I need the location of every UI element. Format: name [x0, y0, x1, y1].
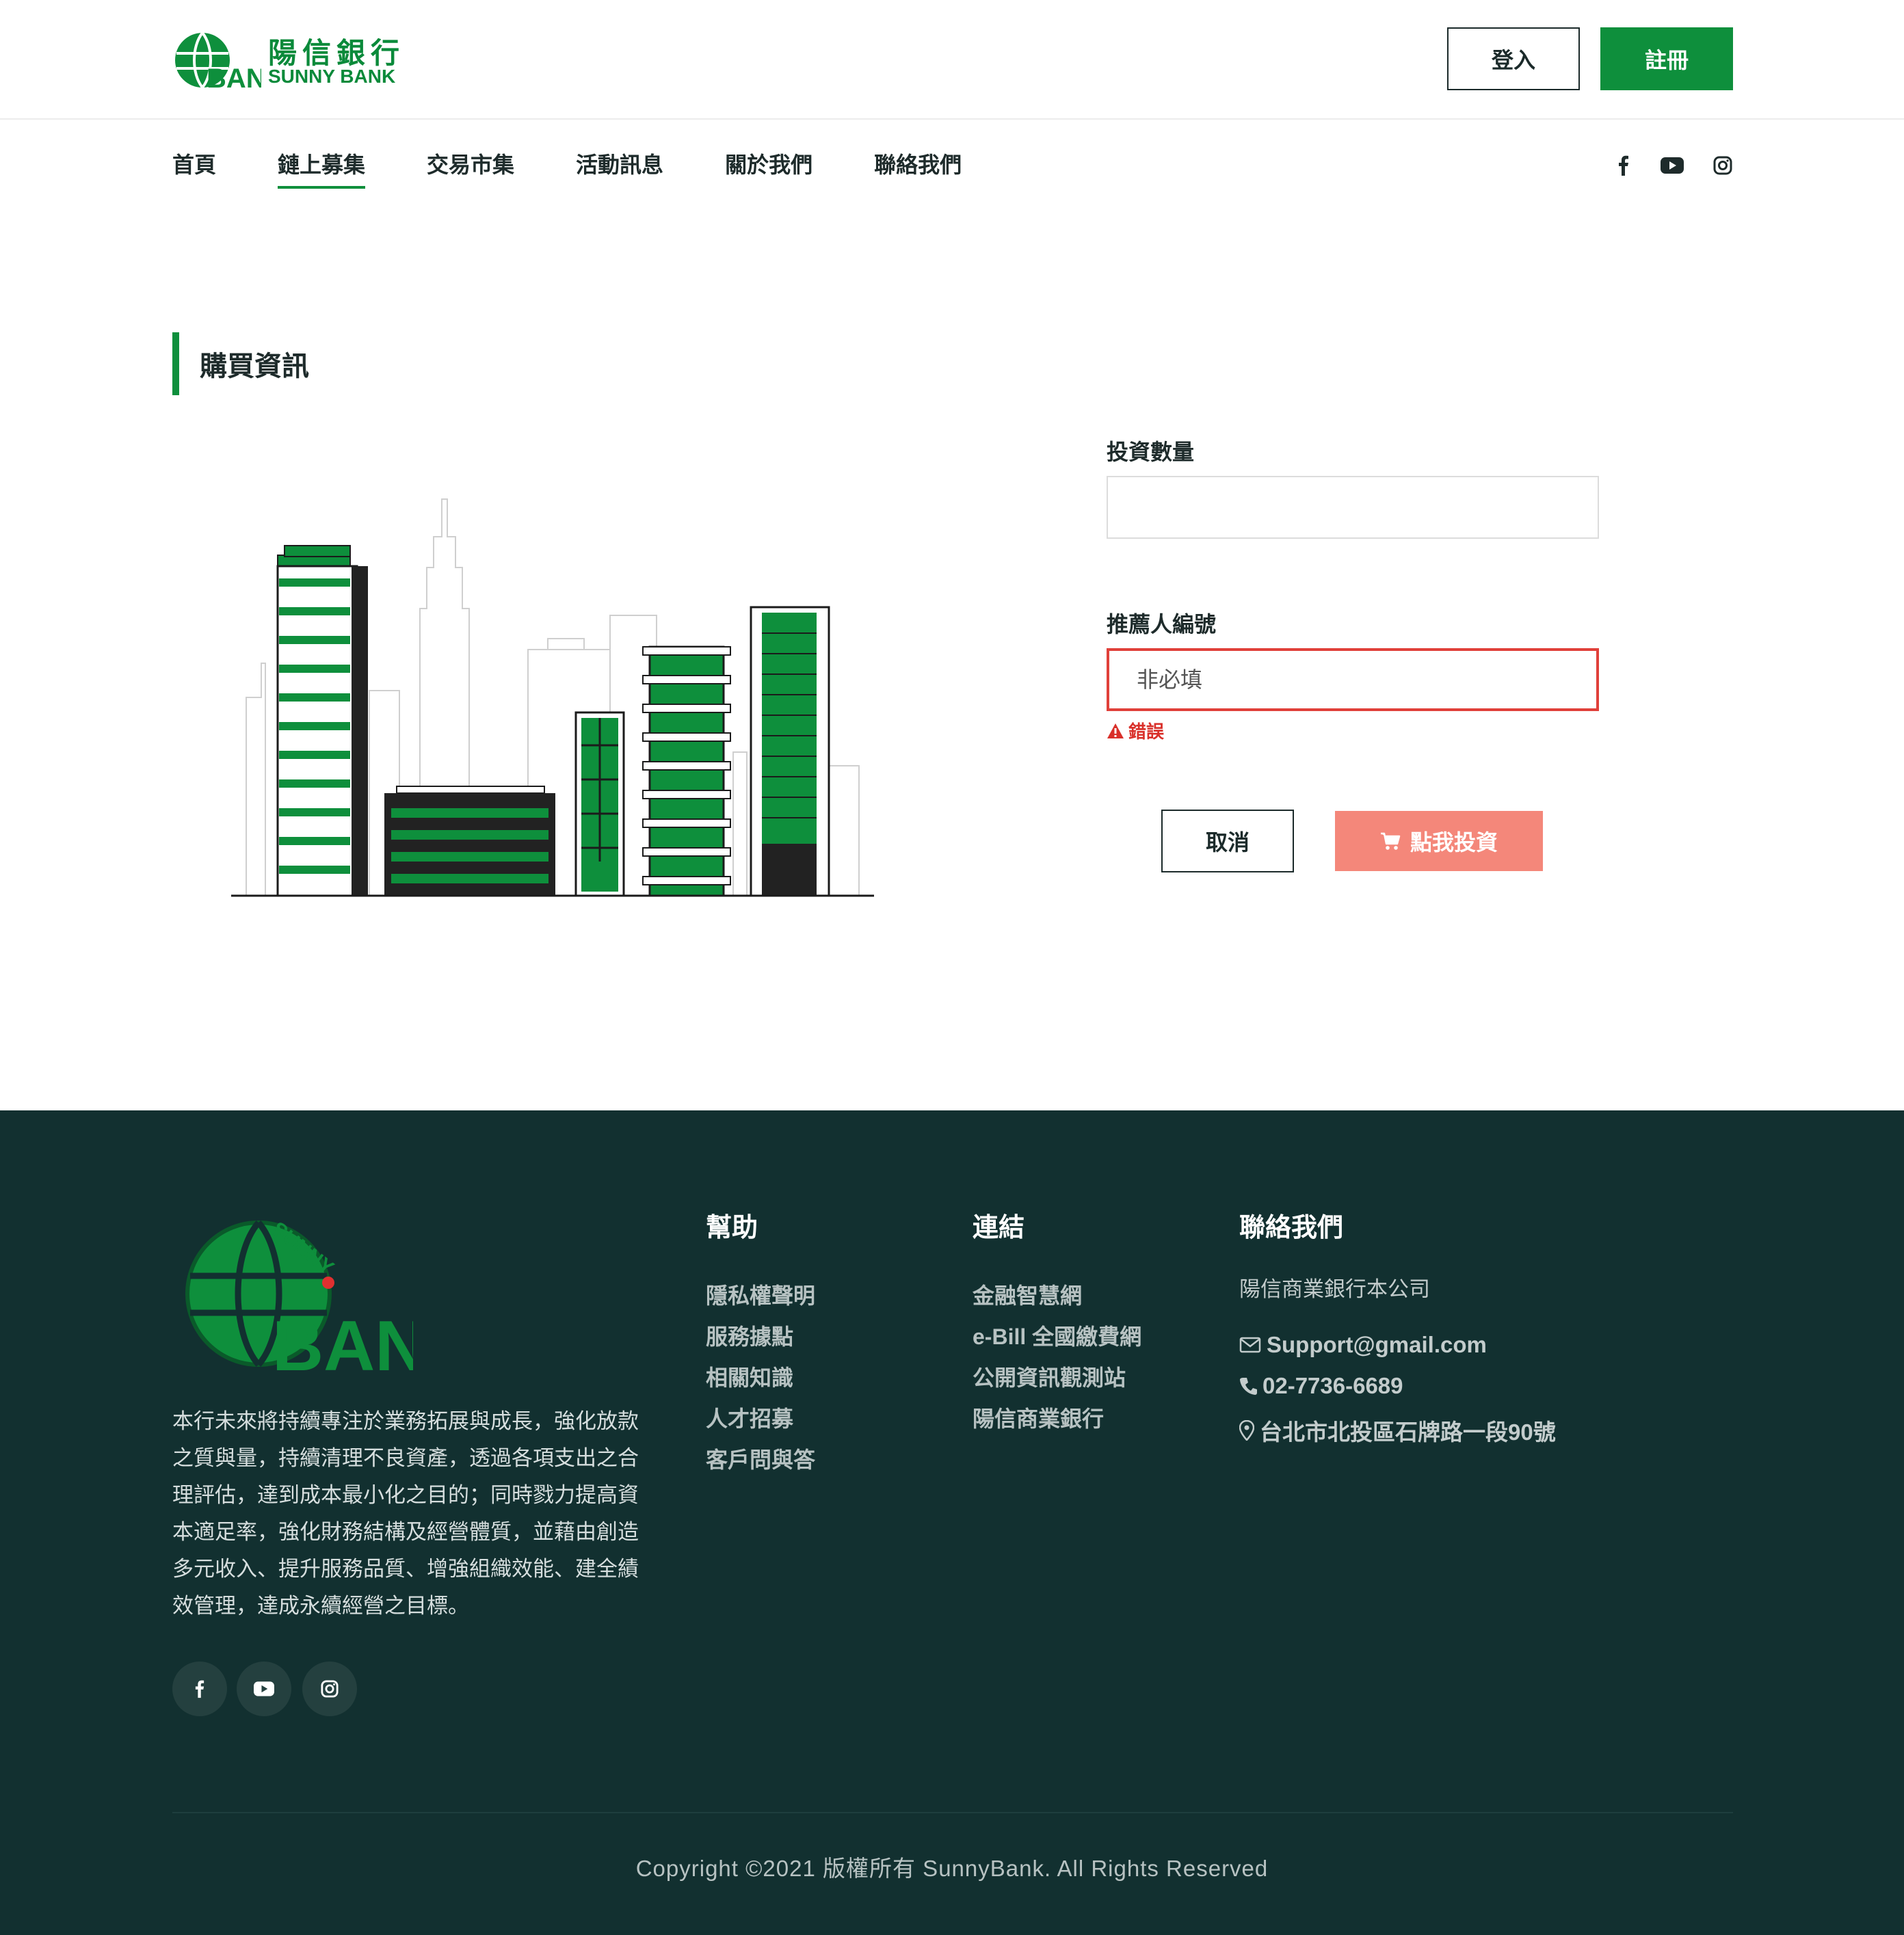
nav-item-about[interactable]: 關於我們: [725, 148, 812, 189]
register-button[interactable]: 註冊: [1600, 27, 1733, 90]
instagram-icon[interactable]: [1710, 152, 1736, 179]
envelope-icon: [1239, 1337, 1261, 1353]
footer-contact-title: 聯絡我們: [1239, 1214, 1344, 1242]
quantity-input[interactable]: [1107, 476, 1599, 539]
city-skyline-illustration: [230, 492, 875, 903]
site-header: BANK 陽信銀行 SUNNY BANK 登入 註冊: [0, 0, 1904, 120]
footer-logo: BANK SUNNY: [183, 1213, 477, 1386]
footer-help-title: 幫助: [706, 1214, 758, 1242]
warning-icon: [1107, 723, 1124, 738]
logo-bank-text: BANK: [207, 64, 261, 92]
footer-divider: [172, 1812, 1733, 1813]
footer-link-ebill[interactable]: e-Bill 全國繳費網: [973, 1320, 1141, 1351]
footer-phone-text: 02-7736-6689: [1262, 1373, 1403, 1398]
cancel-button[interactable]: 取消: [1161, 810, 1294, 872]
map-marker-icon: [1239, 1420, 1254, 1441]
footer-copyright: Copyright ©2021 版權所有 SunnyBank. All Righ…: [635, 1856, 1269, 1881]
section-title: 購買資訊: [172, 332, 309, 395]
shopping-cart-icon: [1380, 832, 1401, 850]
footer-logo-bank-text: BANK: [272, 1307, 413, 1374]
referrer-input[interactable]: [1107, 648, 1599, 711]
main-nav: 首頁 鏈上募集 交易市集 活動訊息 關於我們 聯絡我們: [172, 148, 1023, 189]
facebook-icon[interactable]: [1611, 152, 1636, 179]
footer-email-text: Support@gmail.com: [1267, 1332, 1487, 1357]
footer-address[interactable]: 台北市北投區石牌路一段90號: [1239, 1414, 1556, 1447]
footer-link-finance-wisdom[interactable]: 金融智慧網: [973, 1279, 1082, 1310]
nav-item-market[interactable]: 交易市集: [427, 148, 514, 189]
brand-name-en: SUNNY BANK: [268, 66, 396, 87]
login-button[interactable]: 登入: [1447, 27, 1580, 90]
footer-youtube-icon[interactable]: [237, 1662, 291, 1716]
referrer-label: 推薦人編號: [1107, 612, 1217, 637]
footer-link-faq[interactable]: 客戶問與答: [706, 1443, 815, 1474]
error-text: 錯誤: [1128, 721, 1165, 742]
invest-button[interactable]: 點我投資: [1335, 811, 1543, 871]
footer-instagram-icon[interactable]: [302, 1662, 357, 1716]
footer-phone[interactable]: 02-7736-6689: [1239, 1373, 1403, 1399]
brand-logo[interactable]: BANK 陽信銀行 SUNNY BANK: [172, 27, 405, 92]
footer-link-mops[interactable]: 公開資訊觀測站: [973, 1361, 1126, 1392]
site-footer: BANK SUNNY 本行未來將持續專注於業務拓展與成長，強化放款之質與量，持續…: [0, 1110, 1904, 1935]
footer-links-title: 連結: [973, 1214, 1025, 1242]
footer-address-text: 台北市北投區石牌路一段90號: [1260, 1419, 1556, 1445]
footer-email[interactable]: Support@gmail.com: [1239, 1332, 1487, 1358]
footer-facebook-icon[interactable]: [172, 1662, 227, 1716]
footer-link-careers[interactable]: 人才招募: [706, 1402, 793, 1433]
footer-company-name: 陽信商業銀行本公司: [1239, 1277, 1430, 1301]
youtube-icon[interactable]: [1658, 152, 1687, 179]
footer-about-text: 本行未來將持續專注於業務拓展與成長，強化放款之質與量，持續清理不良資產，透過各項…: [172, 1409, 639, 1618]
nav-item-events[interactable]: 活動訊息: [576, 148, 663, 189]
nav-item-fundraising[interactable]: 鏈上募集: [278, 148, 366, 189]
phone-icon: [1240, 1378, 1257, 1395]
globe-logo-icon: BANK: [175, 31, 261, 92]
quantity-label: 投資數量: [1107, 440, 1195, 464]
nav-item-contact[interactable]: 聯絡我們: [874, 148, 962, 189]
footer-link-knowledge[interactable]: 相關知識: [706, 1361, 793, 1392]
nav-item-home[interactable]: 首頁: [172, 148, 216, 189]
referrer-error: 錯誤: [1107, 718, 1164, 743]
footer-link-privacy[interactable]: 隱私權聲明: [706, 1279, 815, 1310]
invest-button-label: 點我投資: [1410, 830, 1498, 855]
footer-link-sunny-bank[interactable]: 陽信商業銀行: [973, 1402, 1104, 1433]
footer-link-branches[interactable]: 服務據點: [706, 1320, 793, 1351]
